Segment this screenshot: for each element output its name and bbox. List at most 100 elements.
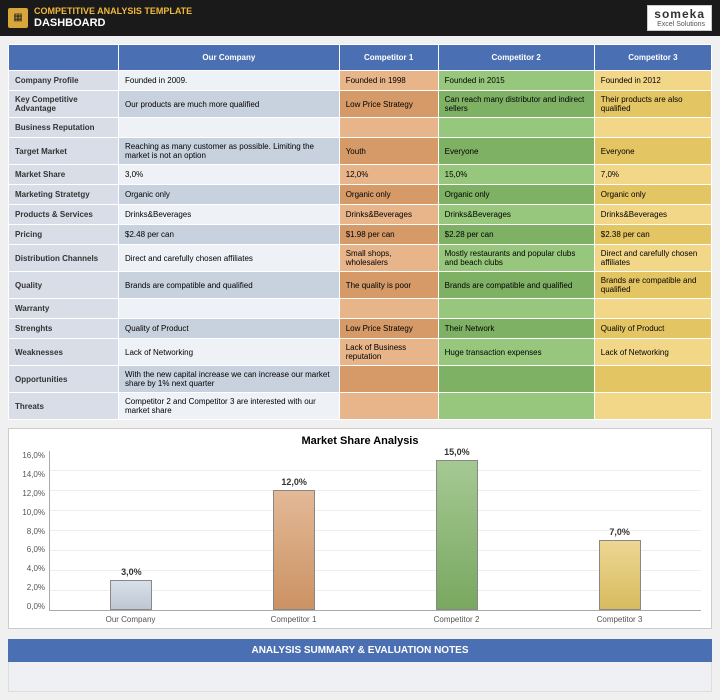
cell bbox=[594, 393, 711, 420]
cell bbox=[119, 299, 340, 319]
summary-title: ANALYSIS SUMMARY & EVALUATION NOTES bbox=[8, 639, 712, 662]
y-axis: 16,0%14,0%12,0%10,0%8,0%6,0%4,0%2,0%0,0% bbox=[19, 451, 49, 611]
table-row: Pricing$2.48 per can$1.98 per can$2.28 p… bbox=[9, 225, 712, 245]
cell: 12,0% bbox=[339, 165, 438, 185]
x-axis-labels: Our CompanyCompetitor 1Competitor 2Compe… bbox=[49, 615, 701, 624]
bar: 7,0% bbox=[599, 540, 641, 610]
header-bar: ▦ COMPETITIVE ANALYSIS TEMPLATE DASHBOAR… bbox=[0, 0, 720, 36]
comparison-table: Our CompanyCompetitor 1Competitor 2Compe… bbox=[8, 44, 712, 420]
brand-name: someka bbox=[654, 8, 705, 21]
table-row: OpportunitiesWith the new capital increa… bbox=[9, 366, 712, 393]
bar-value-label: 15,0% bbox=[444, 447, 470, 457]
cell bbox=[438, 299, 594, 319]
column-header: Competitor 3 bbox=[594, 45, 711, 71]
x-tick: Competitor 3 bbox=[548, 615, 691, 624]
cell bbox=[339, 366, 438, 393]
cell bbox=[438, 118, 594, 138]
row-label: Marketing Stratetgy bbox=[9, 185, 119, 205]
cell: 3,0% bbox=[119, 165, 340, 185]
cell bbox=[594, 299, 711, 319]
header-left: ▦ COMPETITIVE ANALYSIS TEMPLATE DASHBOAR… bbox=[8, 7, 192, 29]
cell: Youth bbox=[339, 138, 438, 165]
x-tick: Competitor 1 bbox=[222, 615, 365, 624]
cell: Quality of Product bbox=[119, 319, 340, 339]
bar-value-label: 12,0% bbox=[281, 477, 307, 487]
cell: Their Network bbox=[438, 319, 594, 339]
cell: Organic only bbox=[438, 185, 594, 205]
table-row: QualityBrands are compatible and qualifi… bbox=[9, 272, 712, 299]
cell: Organic only bbox=[119, 185, 340, 205]
chart-title: Market Share Analysis bbox=[19, 435, 701, 447]
table-row: WeaknessesLack of NetworkingLack of Busi… bbox=[9, 339, 712, 366]
cell: Organic only bbox=[339, 185, 438, 205]
chart-area: 16,0%14,0%12,0%10,0%8,0%6,0%4,0%2,0%0,0%… bbox=[19, 451, 701, 624]
row-label: Products & Services bbox=[9, 205, 119, 225]
cell: Founded in 1998 bbox=[339, 71, 438, 91]
cell: Lack of Business reputation bbox=[339, 339, 438, 366]
cell: Lack of Networking bbox=[119, 339, 340, 366]
bar-column: 3,0% bbox=[60, 580, 203, 610]
page-title: DASHBOARD bbox=[34, 17, 192, 29]
cell: Quality of Product bbox=[594, 319, 711, 339]
cell bbox=[339, 299, 438, 319]
supertitle: COMPETITIVE ANALYSIS TEMPLATE bbox=[34, 7, 192, 17]
cell: Brands are compatible and qualified bbox=[119, 272, 340, 299]
cell: Low Price Strategy bbox=[339, 319, 438, 339]
y-tick: 4,0% bbox=[19, 564, 45, 573]
cell bbox=[438, 366, 594, 393]
row-label: Opportunities bbox=[9, 366, 119, 393]
cell: Our products are much more qualified bbox=[119, 91, 340, 118]
cell: Can reach many distributor and indirect … bbox=[438, 91, 594, 118]
x-tick: Competitor 2 bbox=[385, 615, 528, 624]
row-label: Threats bbox=[9, 393, 119, 420]
row-label: Pricing bbox=[9, 225, 119, 245]
cell: Brands are compatible and qualified bbox=[594, 272, 711, 299]
cell: 15,0% bbox=[438, 165, 594, 185]
cell: Small shops, wholesalers bbox=[339, 245, 438, 272]
column-header: Competitor 2 bbox=[438, 45, 594, 71]
cell: Direct and carefully chosen affiliates bbox=[594, 245, 711, 272]
table-row: Products & ServicesDrinks&BeveragesDrink… bbox=[9, 205, 712, 225]
cell: Reaching as many customer as possible. L… bbox=[119, 138, 340, 165]
cell: Drinks&Beverages bbox=[438, 205, 594, 225]
table-row: Marketing StratetgyOrganic onlyOrganic o… bbox=[9, 185, 712, 205]
table-row: ThreatsCompetitor 2 and Competitor 3 are… bbox=[9, 393, 712, 420]
table-row: Company ProfileFounded in 2009.Founded i… bbox=[9, 71, 712, 91]
cell: Their products are also qualified bbox=[594, 91, 711, 118]
cell: Everyone bbox=[594, 138, 711, 165]
cell: $2.28 per can bbox=[438, 225, 594, 245]
cell bbox=[339, 393, 438, 420]
row-label: Distribution Channels bbox=[9, 245, 119, 272]
cell: With the new capital increase we can inc… bbox=[119, 366, 340, 393]
cell: Competitor 2 and Competitor 3 are intere… bbox=[119, 393, 340, 420]
y-tick: 6,0% bbox=[19, 545, 45, 554]
y-tick: 2,0% bbox=[19, 583, 45, 592]
bar-value-label: 3,0% bbox=[121, 567, 142, 577]
y-tick: 16,0% bbox=[19, 451, 45, 460]
y-tick: 14,0% bbox=[19, 470, 45, 479]
cell: Mostly restaurants and popular clubs and… bbox=[438, 245, 594, 272]
table-row: Market Share3,0%12,0%15,0%7,0% bbox=[9, 165, 712, 185]
bar: 3,0% bbox=[110, 580, 152, 610]
y-tick: 8,0% bbox=[19, 527, 45, 536]
row-label: Key Competitive Advantage bbox=[9, 91, 119, 118]
row-label: Target Market bbox=[9, 138, 119, 165]
summary-body bbox=[8, 662, 712, 692]
cell bbox=[594, 118, 711, 138]
brand-sub: Excel Solutions bbox=[654, 21, 705, 29]
y-tick: 10,0% bbox=[19, 508, 45, 517]
cell: Lack of Networking bbox=[594, 339, 711, 366]
column-header: Competitor 1 bbox=[339, 45, 438, 71]
row-label: Warranty bbox=[9, 299, 119, 319]
bar-column: 7,0% bbox=[548, 540, 691, 610]
plot-wrap: 3,0%12,0%15,0%7,0% Our CompanyCompetitor… bbox=[49, 451, 701, 624]
cell: $2.48 per can bbox=[119, 225, 340, 245]
table-row: StrenghtsQuality of ProductLow Price Str… bbox=[9, 319, 712, 339]
cell: Drinks&Beverages bbox=[339, 205, 438, 225]
cell: Founded in 2015 bbox=[438, 71, 594, 91]
row-label: Quality bbox=[9, 272, 119, 299]
cell: Drinks&Beverages bbox=[119, 205, 340, 225]
row-label: Business Reputation bbox=[9, 118, 119, 138]
y-tick: 12,0% bbox=[19, 489, 45, 498]
column-header: Our Company bbox=[119, 45, 340, 71]
